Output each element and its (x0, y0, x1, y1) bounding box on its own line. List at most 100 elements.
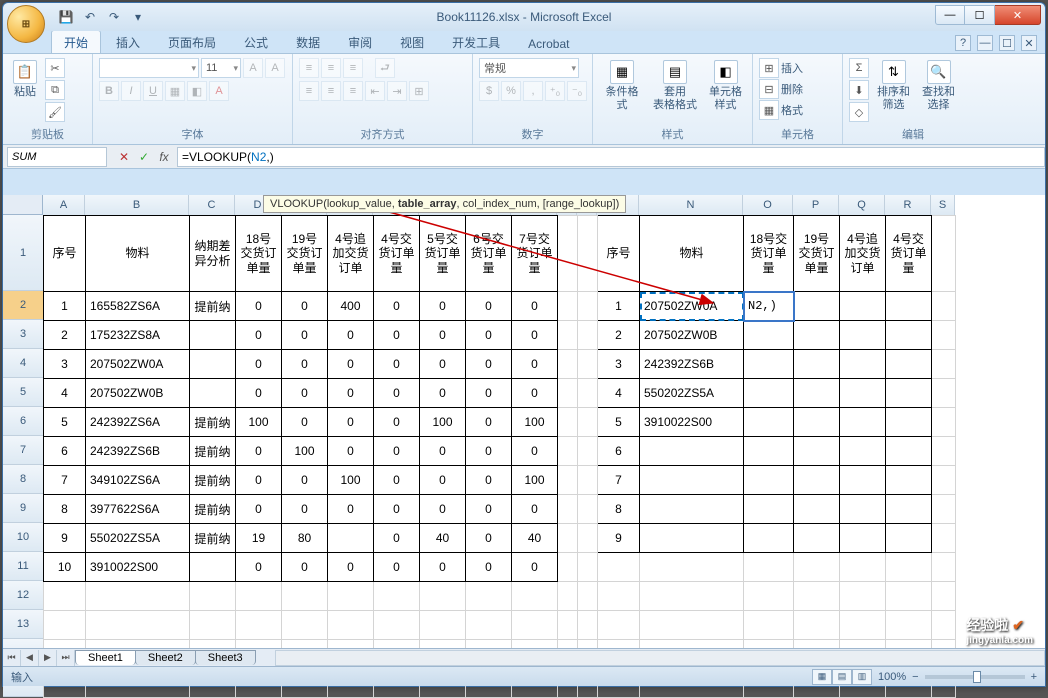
cell-O1[interactable]: 18号交货订单量 (744, 216, 794, 292)
cell-I12[interactable] (466, 582, 512, 611)
cell-H1[interactable]: 5号交货订单量 (420, 216, 466, 292)
cell-L2[interactable] (578, 292, 598, 321)
cell-D9[interactable]: 0 (236, 495, 282, 524)
cell-O4[interactable] (744, 350, 794, 379)
row-header-8[interactable]: 8 (3, 465, 43, 494)
cell-I6[interactable]: 0 (466, 408, 512, 437)
normal-view-icon[interactable]: ▦ (812, 669, 832, 685)
row-header-5[interactable]: 5 (3, 378, 43, 407)
page-layout-view-icon[interactable]: ▤ (832, 669, 852, 685)
cell-G2[interactable]: 0 (374, 292, 420, 321)
cell-E5[interactable]: 0 (282, 379, 328, 408)
cell-R1[interactable]: 4号交货订单量 (886, 216, 932, 292)
cell-G11[interactable]: 0 (374, 553, 420, 582)
tab-nav-next-icon[interactable]: ▶ (39, 650, 57, 666)
cell-P12[interactable] (794, 582, 840, 611)
sort-filter-button[interactable]: ⇅排序和 筛选 (873, 58, 914, 114)
cell-D1[interactable]: 18号交货订单量 (236, 216, 282, 292)
font-size-combo[interactable]: 11 (201, 58, 241, 78)
cell-B3[interactable]: 175232ZS8A (86, 321, 190, 350)
cell-N7[interactable] (640, 437, 744, 466)
redo-icon[interactable]: ↷ (105, 8, 123, 26)
cell-I3[interactable]: 0 (466, 321, 512, 350)
cell-O6[interactable] (744, 408, 794, 437)
cell-P6[interactable] (794, 408, 840, 437)
cell-C2[interactable]: 提前纳 (190, 292, 236, 321)
cell-K7[interactable] (558, 437, 578, 466)
cell-O9[interactable] (744, 495, 794, 524)
cell-Q6[interactable] (840, 408, 886, 437)
cell-M4[interactable]: 3 (598, 350, 640, 379)
cell-D10[interactable]: 19 (236, 524, 282, 553)
cell-B11[interactable]: 3910022S00 (86, 553, 190, 582)
cell-A1[interactable]: 序号 (44, 216, 86, 292)
col-header-S[interactable]: S (931, 195, 955, 215)
cell-L8[interactable] (578, 466, 598, 495)
select-all-corner[interactable] (3, 195, 43, 215)
name-box[interactable]: SUM (7, 147, 107, 167)
cell-G10[interactable]: 0 (374, 524, 420, 553)
cell-F7[interactable]: 0 (328, 437, 374, 466)
cell-E6[interactable]: 0 (282, 408, 328, 437)
cell-Q9[interactable] (840, 495, 886, 524)
cell-M2[interactable]: 1 (598, 292, 640, 321)
cell-J3[interactable]: 0 (512, 321, 558, 350)
col-header-Q[interactable]: Q (839, 195, 885, 215)
tab-pagelayout[interactable]: 页面布局 (155, 30, 229, 53)
tab-review[interactable]: 审阅 (335, 30, 385, 53)
paste-button[interactable]: 📋粘贴 (9, 58, 41, 101)
cell-K3[interactable] (558, 321, 578, 350)
cell-B10[interactable]: 550202ZS5A (86, 524, 190, 553)
cell-Q1[interactable]: 4号追加交货订单 (840, 216, 886, 292)
cell-R5[interactable] (886, 379, 932, 408)
cell-O5[interactable] (744, 379, 794, 408)
cell-P13[interactable] (794, 611, 840, 640)
cell-S11[interactable] (932, 553, 956, 582)
cell-B13[interactable] (86, 611, 190, 640)
align-left-icon[interactable]: ≡ (299, 81, 319, 101)
fill-icon[interactable]: ⬇ (849, 80, 869, 100)
cell-R13[interactable] (886, 611, 932, 640)
cell-D2[interactable]: 0 (236, 292, 282, 321)
cell-N2[interactable]: 207502ZW0A (640, 292, 744, 321)
cell-B6[interactable]: 242392ZS6A (86, 408, 190, 437)
cell-P5[interactable] (794, 379, 840, 408)
cell-O12[interactable] (744, 582, 794, 611)
cell-G7[interactable]: 0 (374, 437, 420, 466)
tab-nav-last-icon[interactable]: ⏭ (57, 650, 75, 666)
cell-M3[interactable]: 2 (598, 321, 640, 350)
zoom-in-icon[interactable]: + (1031, 671, 1037, 683)
cell-A8[interactable]: 7 (44, 466, 86, 495)
cell-D4[interactable]: 0 (236, 350, 282, 379)
cell-K8[interactable] (558, 466, 578, 495)
autosum-icon[interactable]: Σ (849, 58, 869, 78)
cell-C4[interactable] (190, 350, 236, 379)
decrease-decimal-icon[interactable]: ⁻₀ (567, 81, 587, 101)
tab-data[interactable]: 数据 (283, 30, 333, 53)
cell-H11[interactable]: 0 (420, 553, 466, 582)
cell-styles-button[interactable]: ◧单元格 样式 (705, 58, 746, 114)
horizontal-scrollbar[interactable] (275, 650, 1045, 666)
cell-D12[interactable] (236, 582, 282, 611)
cell-M6[interactable]: 5 (598, 408, 640, 437)
wrap-text-icon[interactable]: ⮐ (375, 58, 395, 78)
cell-Q8[interactable] (840, 466, 886, 495)
cell-N6[interactable]: 3910022S00 (640, 408, 744, 437)
cell-M13[interactable] (598, 611, 640, 640)
cell-J8[interactable]: 100 (512, 466, 558, 495)
col-header-R[interactable]: R (885, 195, 931, 215)
fill-color-icon[interactable]: ◧ (187, 81, 207, 101)
cell-B2[interactable]: 165582ZS6A (86, 292, 190, 321)
currency-icon[interactable]: $ (479, 81, 499, 101)
cell-J10[interactable]: 40 (512, 524, 558, 553)
cell-D13[interactable] (236, 611, 282, 640)
cell-K5[interactable] (558, 379, 578, 408)
cell-F13[interactable] (328, 611, 374, 640)
cell-H3[interactable]: 0 (420, 321, 466, 350)
cell-O8[interactable] (744, 466, 794, 495)
tab-nav-prev-icon[interactable]: ◀ (21, 650, 39, 666)
cell-Q7[interactable] (840, 437, 886, 466)
row-header-6[interactable]: 6 (3, 407, 43, 436)
cell-C5[interactable] (190, 379, 236, 408)
cell-G4[interactable]: 0 (374, 350, 420, 379)
